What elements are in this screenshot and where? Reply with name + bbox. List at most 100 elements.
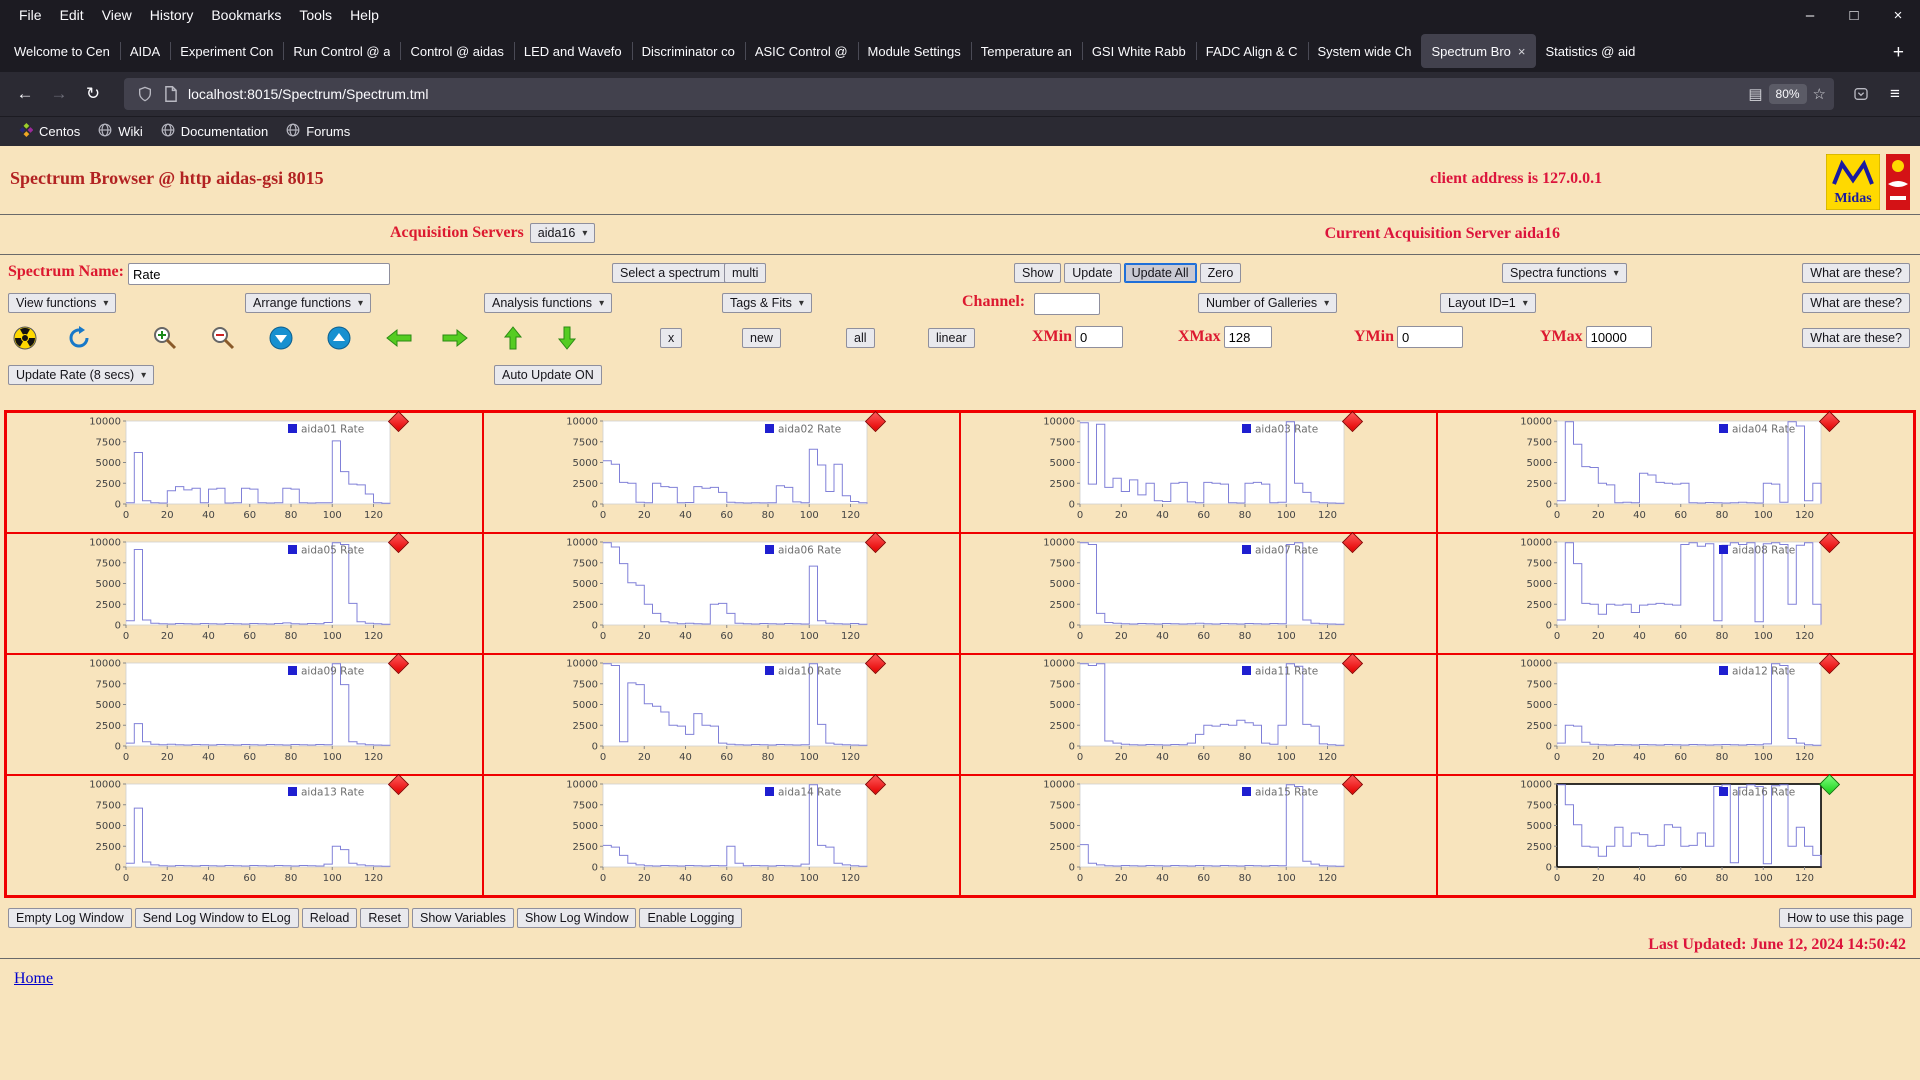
spectrum-chart-aida02[interactable]: 0 2500 5000 7500 10000 0 20 40 60 80 100 120 aida02 … bbox=[557, 410, 887, 530]
new-button[interactable]: new bbox=[742, 328, 781, 348]
new-tab-button[interactable]: + bbox=[1881, 42, 1916, 72]
close-icon[interactable]: × bbox=[1876, 3, 1920, 28]
spectrum-name-input[interactable] bbox=[128, 263, 390, 285]
tab-welcome-to-cen[interactable]: Welcome to Cen bbox=[4, 34, 120, 68]
shield-icon[interactable] bbox=[132, 82, 158, 106]
back-icon[interactable]: ← bbox=[8, 79, 42, 109]
spectrum-chart-aida14[interactable]: 0 2500 5000 7500 10000 0 20 40 60 80 100 120 aida14 … bbox=[557, 773, 887, 893]
save-to-pocket-icon[interactable] bbox=[1844, 79, 1878, 109]
tab-close-icon[interactable]: × bbox=[1518, 44, 1526, 59]
spectrum-chart-aida05[interactable]: 0 2500 5000 7500 10000 0 20 40 60 80 100 120 aida05 … bbox=[80, 531, 410, 651]
menu-hamburger-icon[interactable]: ≡ bbox=[1878, 79, 1912, 109]
acquisition-server-select[interactable]: aida16 bbox=[529, 223, 596, 243]
minimize-icon[interactable]: – bbox=[1788, 3, 1832, 28]
spectrum-chart-aida01[interactable]: 0 2500 5000 7500 10000 0 20 40 60 80 100 120 aida01 … bbox=[80, 410, 410, 530]
spectrum-chart-aida12[interactable]: 0 2500 5000 7500 10000 0 20 40 60 80 100 120 aida12 … bbox=[1511, 652, 1841, 772]
radiation-icon[interactable] bbox=[10, 324, 40, 352]
tab-led-and-wavefo[interactable]: LED and Wavefo bbox=[513, 34, 632, 68]
tab-fadc-align-c[interactable]: FADC Align & C bbox=[1195, 34, 1308, 68]
page-info-icon[interactable] bbox=[158, 82, 184, 106]
tab-asic-control[interactable]: ASIC Control @ bbox=[744, 34, 858, 68]
ymin-input[interactable] bbox=[1397, 326, 1463, 348]
tab-temperature-an[interactable]: Temperature an bbox=[970, 34, 1082, 68]
zoom-out-icon[interactable] bbox=[208, 324, 238, 352]
xmax-input[interactable] bbox=[1223, 326, 1272, 348]
spectrum-chart-aida09[interactable]: 0 2500 5000 7500 10000 0 20 40 60 80 100 120 aida09 … bbox=[80, 652, 410, 772]
home-link[interactable]: Home bbox=[14, 970, 53, 987]
arrow-up-icon[interactable] bbox=[498, 324, 528, 352]
spectrum-chart-aida06[interactable]: 0 2500 5000 7500 10000 0 20 40 60 80 100 120 aida06 … bbox=[557, 531, 887, 651]
linear-button[interactable]: linear bbox=[928, 328, 975, 348]
tab-spectrum-bro[interactable]: Spectrum Bro × bbox=[1421, 34, 1536, 68]
tab-experiment-con[interactable]: Experiment Con bbox=[170, 34, 283, 68]
menu-help[interactable]: Help bbox=[341, 3, 388, 27]
auto-update-button[interactable]: Auto Update ON bbox=[494, 365, 602, 385]
reload-icon[interactable]: ↻ bbox=[76, 79, 110, 109]
tab-statistics-aid[interactable]: Statistics @ aid bbox=[1536, 34, 1646, 68]
tab-module-settings[interactable]: Module Settings bbox=[857, 34, 971, 68]
spectrum-chart-aida08[interactable]: 0 2500 5000 7500 10000 0 20 40 60 80 100 120 aida08 … bbox=[1511, 531, 1841, 651]
menu-view[interactable]: View bbox=[93, 3, 141, 27]
arrange-functions-dropdown[interactable]: Arrange functions bbox=[245, 293, 372, 313]
reload-button[interactable]: Reload bbox=[301, 908, 358, 928]
bookmark-wiki[interactable]: Wiki bbox=[89, 120, 152, 143]
tab-run-control-a[interactable]: Run Control @ a bbox=[283, 34, 400, 68]
menu-bookmarks[interactable]: Bookmarks bbox=[202, 3, 290, 27]
what-are-these-button[interactable]: What are these? bbox=[1802, 328, 1910, 348]
menu-edit[interactable]: Edit bbox=[51, 3, 93, 27]
ymax-input[interactable] bbox=[1585, 326, 1652, 348]
analysis-functions-dropdown[interactable]: Analysis functions bbox=[484, 293, 613, 313]
spectrum-chart-aida10[interactable]: 0 2500 5000 7500 10000 0 20 40 60 80 100 120 aida10 … bbox=[557, 652, 887, 772]
spectra-functions-dropdown[interactable]: Spectra functions bbox=[1502, 263, 1627, 283]
arrow-down-icon[interactable] bbox=[552, 324, 582, 352]
bookmark-forums[interactable]: Forums bbox=[277, 120, 359, 143]
maximize-icon[interactable]: □ bbox=[1832, 3, 1876, 28]
tab-aida[interactable]: AIDA bbox=[119, 34, 170, 68]
layout-id-dropdown[interactable]: Layout ID=1 bbox=[1440, 293, 1536, 313]
show-variables-button[interactable]: Show Variables bbox=[412, 908, 514, 928]
spectrum-chart-aida16[interactable]: 0 2500 5000 7500 10000 0 20 40 60 80 100 120 aida16 … bbox=[1511, 773, 1841, 893]
multi-button[interactable]: multi bbox=[724, 263, 767, 283]
spectrum-chart-aida13[interactable]: 0 2500 5000 7500 10000 0 20 40 60 80 100 120 aida13 … bbox=[80, 773, 410, 893]
what-are-these-button[interactable]: What are these? bbox=[1802, 263, 1910, 283]
tab-discriminator-co[interactable]: Discriminator co bbox=[631, 34, 745, 68]
zero-button[interactable]: Zero bbox=[1199, 263, 1242, 283]
tags-fits-dropdown[interactable]: Tags & Fits bbox=[722, 293, 812, 313]
spectrum-chart-aida15[interactable]: 0 2500 5000 7500 10000 0 20 40 60 80 100 120 aida15 … bbox=[1034, 773, 1364, 893]
empty-log-window-button[interactable]: Empty Log Window bbox=[8, 908, 132, 928]
reader-mode-icon[interactable]: ▤ bbox=[1748, 85, 1762, 103]
spectrum-chart-aida04[interactable]: 0 2500 5000 7500 10000 0 20 40 60 80 100 120 aida04 … bbox=[1511, 410, 1841, 530]
menu-tools[interactable]: Tools bbox=[290, 3, 341, 27]
scroll-down-icon[interactable] bbox=[266, 324, 296, 352]
number-of-galleries-dropdown[interactable]: Number of Galleries bbox=[1198, 293, 1338, 313]
tab-gsi-white-rabb[interactable]: GSI White Rabb bbox=[1081, 34, 1196, 68]
bookmark-centos[interactable]: Centos bbox=[10, 120, 89, 143]
menu-history[interactable]: History bbox=[141, 3, 203, 27]
tab-system-wide-ch[interactable]: System wide Ch bbox=[1307, 34, 1422, 68]
select-spectrum-dropdown[interactable]: Select a spectrum bbox=[612, 263, 741, 283]
update-rate-dropdown[interactable]: Update Rate (8 secs) bbox=[8, 365, 155, 385]
what-are-these-button[interactable]: What are these? bbox=[1802, 293, 1910, 313]
zoom-in-icon[interactable] bbox=[150, 324, 180, 352]
menu-file[interactable]: File bbox=[10, 3, 51, 27]
spectrum-chart-aida03[interactable]: 0 2500 5000 7500 10000 0 20 40 60 80 100 120 aida03 … bbox=[1034, 410, 1364, 530]
update-button[interactable]: Update bbox=[1064, 263, 1121, 283]
bookmark-star-icon[interactable]: ☆ bbox=[1813, 85, 1826, 103]
reset-button[interactable]: Reset bbox=[360, 908, 409, 928]
zoom-level-chip[interactable]: 80% bbox=[1768, 84, 1807, 104]
url-bar[interactable]: localhost:8015/Spectrum/Spectrum.tml ▤ 8… bbox=[124, 78, 1834, 110]
bookmark-documentation[interactable]: Documentation bbox=[152, 120, 277, 143]
channel-input[interactable] bbox=[1034, 293, 1100, 315]
show-log-window-button[interactable]: Show Log Window bbox=[516, 908, 637, 928]
x-button[interactable]: x bbox=[660, 328, 683, 348]
arrow-right-icon[interactable] bbox=[440, 324, 470, 352]
send-log-window-to-elog-button[interactable]: Send Log Window to ELog bbox=[134, 908, 299, 928]
spectrum-chart-aida07[interactable]: 0 2500 5000 7500 10000 0 20 40 60 80 100 120 aida07 … bbox=[1034, 531, 1364, 651]
arrow-left-icon[interactable] bbox=[384, 324, 414, 352]
enable-logging-button[interactable]: Enable Logging bbox=[639, 908, 743, 928]
scroll-up-icon[interactable] bbox=[324, 324, 354, 352]
tab-control-aidas[interactable]: Control @ aidas bbox=[400, 34, 513, 68]
show-button[interactable]: Show bbox=[1014, 263, 1062, 283]
view-functions-dropdown[interactable]: View functions bbox=[8, 293, 117, 313]
update-all-button[interactable]: Update All bbox=[1123, 263, 1197, 283]
